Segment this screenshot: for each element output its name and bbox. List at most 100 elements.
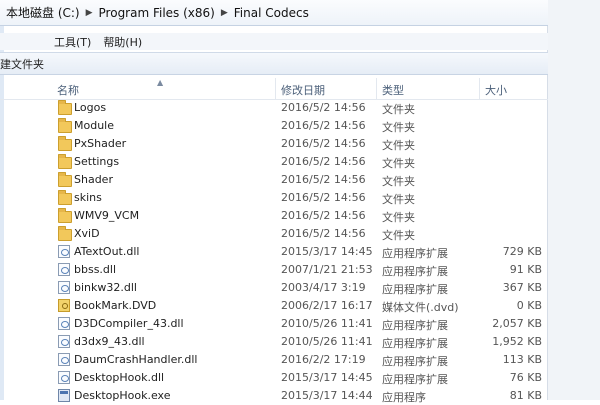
new-folder-button[interactable]: 建文件夹: [0, 56, 44, 72]
file-type: 文件夹: [382, 121, 415, 134]
file-row[interactable]: d3dx9_43.dll 2010/5/26 11:41 应用程序扩展 1,952 K…: [0, 333, 548, 351]
file-type: 文件夹: [382, 139, 415, 152]
file-name: DesktopHook.exe: [74, 389, 171, 402]
file-size: 81 KB: [509, 389, 542, 402]
dll-icon: [58, 245, 70, 258]
file-type: 应用程序扩展: [382, 337, 448, 350]
folder-icon: [58, 208, 72, 223]
file-date: 2016/5/2 14:56: [281, 155, 366, 168]
column-header: 名称 ▲ 修改日期 类型 大小: [0, 78, 548, 100]
file-row[interactable]: PxShader 2016/5/2 14:56 文件夹: [0, 135, 548, 153]
file-date: 2010/5/26 11:41: [281, 335, 373, 348]
file-name: BookMark.DVD: [74, 299, 157, 312]
file-row[interactable]: skins 2016/5/2 14:56 文件夹: [0, 189, 548, 207]
file-date: 2016/5/2 14:56: [281, 119, 366, 132]
file-row[interactable]: D3DCompiler_43.dll 2010/5/26 11:41 应用程序扩展 2…: [0, 315, 548, 333]
file-type: 应用程序扩展: [382, 319, 448, 332]
file-date: 2016/2/2 17:19: [281, 353, 366, 366]
file-size: 0 KB: [516, 299, 542, 312]
file-row[interactable]: Settings 2016/5/2 14:56 文件夹: [0, 153, 548, 171]
file-type: 文件夹: [382, 211, 415, 224]
chevron-right-icon[interactable]: ▶: [221, 8, 228, 18]
right-pane-edge: [547, 0, 600, 400]
column-divider[interactable]: [479, 78, 480, 100]
column-divider[interactable]: [275, 78, 276, 100]
file-name: WMV9_VCM: [74, 209, 140, 222]
file-row[interactable]: Module 2016/5/2 14:56 文件夹: [0, 117, 548, 135]
file-date: 2016/5/2 14:56: [281, 209, 366, 222]
file-name: D3DCompiler_43.dll: [74, 317, 184, 330]
file-name: binkw32.dll: [74, 281, 137, 294]
file-type: 文件夹: [382, 157, 415, 170]
address-bar[interactable]: 本地磁盘 (C:) ▶ Program Files (x86) ▶ Final …: [0, 0, 548, 26]
file-name: Settings: [74, 155, 120, 168]
file-date: 2007/1/21 21:53: [281, 263, 373, 276]
column-divider[interactable]: [376, 78, 377, 100]
column-header-size[interactable]: 大小: [485, 82, 507, 98]
file-size: 2,057 KB: [492, 317, 542, 330]
column-header-date[interactable]: 修改日期: [281, 82, 325, 98]
file-name: DesktopHook.dll: [74, 371, 165, 384]
dvd-icon: [58, 299, 70, 312]
folder-icon: [58, 190, 72, 205]
file-type: 文件夹: [382, 229, 415, 242]
file-type: 文件夹: [382, 193, 415, 206]
sort-ascending-icon: ▲: [157, 78, 164, 87]
file-type: 媒体文件(.dvd): [382, 301, 459, 314]
file-type: 文件夹: [382, 103, 415, 116]
file-date: 2003/4/17 3:19: [281, 281, 366, 294]
dll-icon: [58, 353, 70, 366]
file-row[interactable]: binkw32.dll 2003/4/17 3:19 应用程序扩展 367 KB: [0, 279, 548, 297]
file-row[interactable]: DaumCrashHandler.dll 2016/2/2 17:19 应用程序扩展…: [0, 351, 548, 369]
folder-icon: [58, 100, 72, 115]
file-row[interactable]: XviD 2016/5/2 14:56 文件夹: [0, 225, 548, 243]
breadcrumb-local-disk[interactable]: 本地磁盘 (C:): [6, 4, 80, 21]
file-date: 2016/5/2 14:56: [281, 137, 366, 150]
file-date: 2015/3/17 14:44: [281, 389, 373, 402]
breadcrumb-program-files[interactable]: Program Files (x86): [99, 6, 215, 20]
file-date: 2016/5/2 14:56: [281, 191, 366, 204]
file-name: Shader: [74, 173, 113, 186]
file-name: DaumCrashHandler.dll: [74, 353, 198, 366]
folder-icon: [58, 136, 72, 151]
dll-icon: [58, 317, 70, 330]
folder-icon: [58, 226, 72, 241]
file-row[interactable]: DesktopHook.dll 2015/3/17 14:45 应用程序扩展 76 K…: [0, 369, 548, 387]
file-size: 76 KB: [509, 371, 542, 384]
file-date: 2016/5/2 14:56: [281, 101, 366, 114]
file-row[interactable]: WMV9_VCM 2016/5/2 14:56 文件夹: [0, 207, 548, 225]
folder-icon: [58, 154, 72, 169]
file-date: 2015/3/17 14:45: [281, 245, 373, 258]
file-row[interactable]: Shader 2016/5/2 14:56 文件夹: [0, 171, 548, 189]
dll-icon: [58, 263, 70, 276]
chevron-right-icon[interactable]: ▶: [86, 8, 93, 18]
file-row[interactable]: DesktopHook.exe 2015/3/17 14:44 应用程序 81 KB: [0, 387, 548, 405]
file-row[interactable]: Logos 2016/5/2 14:56 文件夹: [0, 99, 548, 117]
file-size: 367 KB: [502, 281, 542, 294]
column-header-type[interactable]: 类型: [382, 82, 404, 98]
file-type: 应用程序扩展: [382, 247, 448, 260]
column-header-name[interactable]: 名称: [57, 82, 79, 98]
file-type: 文件夹: [382, 175, 415, 188]
dll-icon: [58, 281, 70, 294]
file-name: XviD: [74, 227, 100, 240]
file-list: Logos 2016/5/2 14:56 文件夹 Module 2016/5/2 14:…: [0, 99, 548, 405]
file-name: bbss.dll: [74, 263, 117, 276]
file-size: 113 KB: [502, 353, 542, 366]
file-name: ATextOut.dll: [74, 245, 140, 258]
breadcrumb-final-codecs[interactable]: Final Codecs: [234, 6, 309, 20]
menu-help[interactable]: 帮助(H): [103, 34, 142, 50]
file-type: 应用程序扩展: [382, 283, 448, 296]
file-size: 91 KB: [509, 263, 542, 276]
file-type: 应用程序扩展: [382, 355, 448, 368]
dll-icon: [58, 371, 70, 384]
file-size: 729 KB: [502, 245, 542, 258]
file-type: 应用程序扩展: [382, 265, 448, 278]
dll-icon: [58, 335, 70, 348]
file-row[interactable]: BookMark.DVD 2006/2/17 16:17 媒体文件(.dvd) 0 K…: [0, 297, 548, 315]
file-name: d3dx9_43.dll: [74, 335, 145, 348]
file-row[interactable]: bbss.dll 2007/1/21 21:53 应用程序扩展 91 KB: [0, 261, 548, 279]
file-row[interactable]: ATextOut.dll 2015/3/17 14:45 应用程序扩展 729 KB: [0, 243, 548, 261]
menu-tools[interactable]: 工具(T): [54, 34, 91, 50]
file-name: PxShader: [74, 137, 127, 150]
